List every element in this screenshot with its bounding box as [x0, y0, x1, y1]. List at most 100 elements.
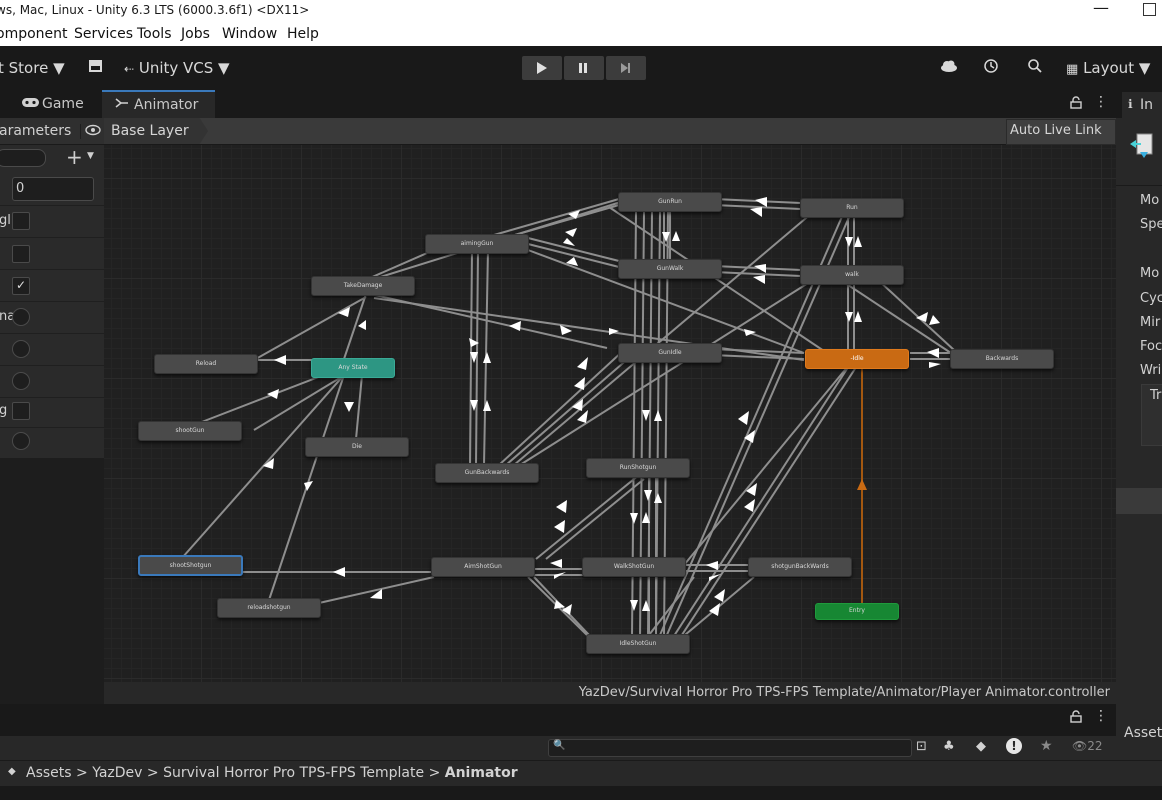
menu-component[interactable]: omponent: [0, 26, 68, 42]
window-title-bar: ws, Mac, Linux - Unity 6.3 LTS (6000.3.6…: [0, 0, 1162, 22]
archive-icon[interactable]: [88, 58, 103, 77]
breadcrumb-template[interactable]: Survival Horror Pro TPS-FPS Template: [163, 765, 424, 781]
eye-icon[interactable]: [80, 124, 103, 139]
transitions-box[interactable]: Tr: [1141, 384, 1162, 446]
type-filter-icon[interactable]: ♣: [943, 739, 955, 754]
layer-breadcrumb-bar: Base Layer Auto Live Link: [104, 118, 1116, 145]
tab-inspector[interactable]: ℹ In: [1122, 92, 1162, 118]
state-node-walkshotgun[interactable]: WalkShotGun: [582, 557, 686, 577]
pause-button[interactable]: [564, 56, 604, 80]
lock-icon[interactable]: [1070, 96, 1082, 113]
chevron-down-icon[interactable]: ▼: [87, 151, 94, 161]
bool-checkbox[interactable]: [12, 402, 30, 420]
breadcrumb-separator: >: [428, 765, 445, 781]
inspector-panel: ℹ In Mo Spe Mo Cyc Mir Foc Wri Tr Asset: [1116, 90, 1162, 742]
asset-store-dropdown[interactable]: t Store ▼: [0, 59, 65, 77]
menu-tools[interactable]: Tools: [137, 26, 172, 42]
bool-checkbox-checked[interactable]: ✓: [12, 277, 30, 295]
state-node-entry[interactable]: Entry: [815, 603, 899, 620]
menu-window[interactable]: Window: [222, 26, 277, 42]
vcs-icon: ⇠: [124, 62, 135, 76]
search-icon[interactable]: [1027, 58, 1043, 78]
auto-live-link-button[interactable]: Auto Live Link: [1006, 119, 1116, 145]
inspector-label: Wri: [1140, 363, 1162, 378]
warning-icon[interactable]: !: [1006, 738, 1022, 754]
unity-vcs-dropdown[interactable]: ⇠ Unity VCS ▼: [124, 59, 230, 77]
parameter-row: ✓: [0, 270, 104, 302]
animator-graph-canvas[interactable]: GunRun Run aimingGun GunWalk walk TakeDa…: [104, 145, 1116, 682]
minimize-button[interactable]: —: [1093, 0, 1109, 17]
parameter-row: g: [0, 396, 104, 428]
int-value: 0: [16, 181, 25, 196]
state-node-run[interactable]: Run: [800, 198, 904, 218]
add-parameter-button[interactable]: +: [66, 145, 83, 169]
parameter-search-input[interactable]: [0, 149, 46, 167]
breadcrumb-yazdev[interactable]: YazDev: [92, 765, 142, 781]
state-node-walk[interactable]: walk: [800, 265, 904, 285]
vcs-label: Unity VCS ▼: [138, 59, 230, 77]
more-menu-icon[interactable]: ⋮: [1094, 94, 1108, 110]
maximize-button[interactable]: [1143, 3, 1156, 16]
inspector-label: Mo: [1140, 193, 1160, 208]
star-icon[interactable]: ★: [1040, 738, 1053, 754]
step-button[interactable]: [606, 56, 646, 80]
inspector-label: Spe: [1140, 217, 1162, 232]
parameters-list: + ▼ 0 gl ✓ na g: [0, 145, 104, 458]
project-toolbar: 🔍 ⊡ ♣ ◆ ! ★ 👁22: [0, 736, 1116, 760]
inspector-bottom: Asset: [1116, 705, 1162, 760]
controller-path-bar: YazDev/Survival Horror Pro TPS-FPS Templ…: [104, 682, 1116, 704]
trigger-radio[interactable]: [12, 372, 30, 390]
state-node-die[interactable]: Die: [305, 437, 409, 457]
state-node-shootgun[interactable]: shootGun: [138, 421, 242, 441]
int-value-field[interactable]: 0: [12, 177, 94, 201]
layout-dropdown[interactable]: ▦ Layout ▼: [1066, 59, 1150, 77]
main-toolbar: t Store ▼ ⇠ Unity VCS ▼ ▦ Layout ▼: [0, 46, 1162, 90]
tab-game[interactable]: Game: [22, 90, 100, 118]
state-node-gunwalk[interactable]: GunWalk: [618, 259, 722, 279]
state-node-backwards[interactable]: Backwards: [950, 349, 1054, 369]
state-node-aiminggun[interactable]: aimingGun: [425, 234, 529, 254]
menu-help[interactable]: Help: [287, 26, 319, 42]
more-menu-icon[interactable]: ⋮: [1094, 708, 1108, 724]
label-filter-icon[interactable]: ◆: [976, 739, 986, 754]
state-node-gunrun[interactable]: GunRun: [618, 192, 722, 212]
base-layer-crumb[interactable]: Base Layer: [104, 118, 208, 144]
menu-jobs[interactable]: Jobs: [181, 26, 210, 42]
scene-picker-icon[interactable]: ⊡: [916, 739, 927, 754]
trigger-radio[interactable]: [12, 308, 30, 326]
hidden-packages-toggle[interactable]: 👁22: [1072, 739, 1103, 753]
inspector-label: Foc: [1140, 339, 1162, 354]
bool-checkbox[interactable]: [12, 245, 30, 263]
tab-animator[interactable]: Animator: [102, 90, 215, 118]
state-node-anystate[interactable]: Any State: [311, 358, 395, 378]
base-layer-label: Base Layer: [111, 123, 189, 139]
parameter-row: na: [0, 302, 104, 334]
inspector-bar: [1116, 488, 1162, 514]
state-node-aimshotgun[interactable]: AimShotGun: [431, 557, 535, 577]
bool-checkbox[interactable]: [12, 212, 30, 230]
breadcrumb-assets[interactable]: Assets: [26, 765, 72, 781]
parameters-tab[interactable]: arameters: [0, 123, 71, 139]
history-icon[interactable]: [983, 58, 999, 78]
play-button[interactable]: [522, 56, 562, 80]
inspector-label: Mir: [1140, 315, 1161, 330]
state-node-shootshotgun[interactable]: shootShotgun: [138, 555, 243, 576]
state-node-shotgunbackwards[interactable]: shotgunBackWards: [748, 557, 852, 577]
trigger-radio[interactable]: [12, 340, 30, 358]
project-search-input[interactable]: 🔍: [548, 739, 912, 757]
state-node-gunidle[interactable]: GunIdle: [618, 343, 722, 363]
layout-label: Layout ▼: [1083, 59, 1151, 77]
parameter-row: gl: [0, 206, 104, 238]
lock-icon[interactable]: [1070, 710, 1082, 727]
trigger-radio[interactable]: [12, 432, 30, 450]
state-node-takedamage[interactable]: TakeDamage: [311, 276, 415, 296]
state-node-reload[interactable]: Reload: [154, 354, 258, 374]
state-node-reloadshotgun[interactable]: reloadshotgun: [217, 598, 321, 618]
state-node-idleshotgun[interactable]: IdleShotGun: [586, 634, 690, 654]
state-node-idle-default[interactable]: -Idle: [805, 349, 909, 369]
state-node-gunbackwards[interactable]: GunBackwards: [435, 463, 539, 483]
menu-services[interactable]: Services: [74, 26, 133, 42]
folder-icon: ◆: [8, 766, 16, 777]
state-node-runshotgun[interactable]: RunShotgun: [586, 458, 690, 478]
cloud-icon[interactable]: [940, 59, 958, 77]
